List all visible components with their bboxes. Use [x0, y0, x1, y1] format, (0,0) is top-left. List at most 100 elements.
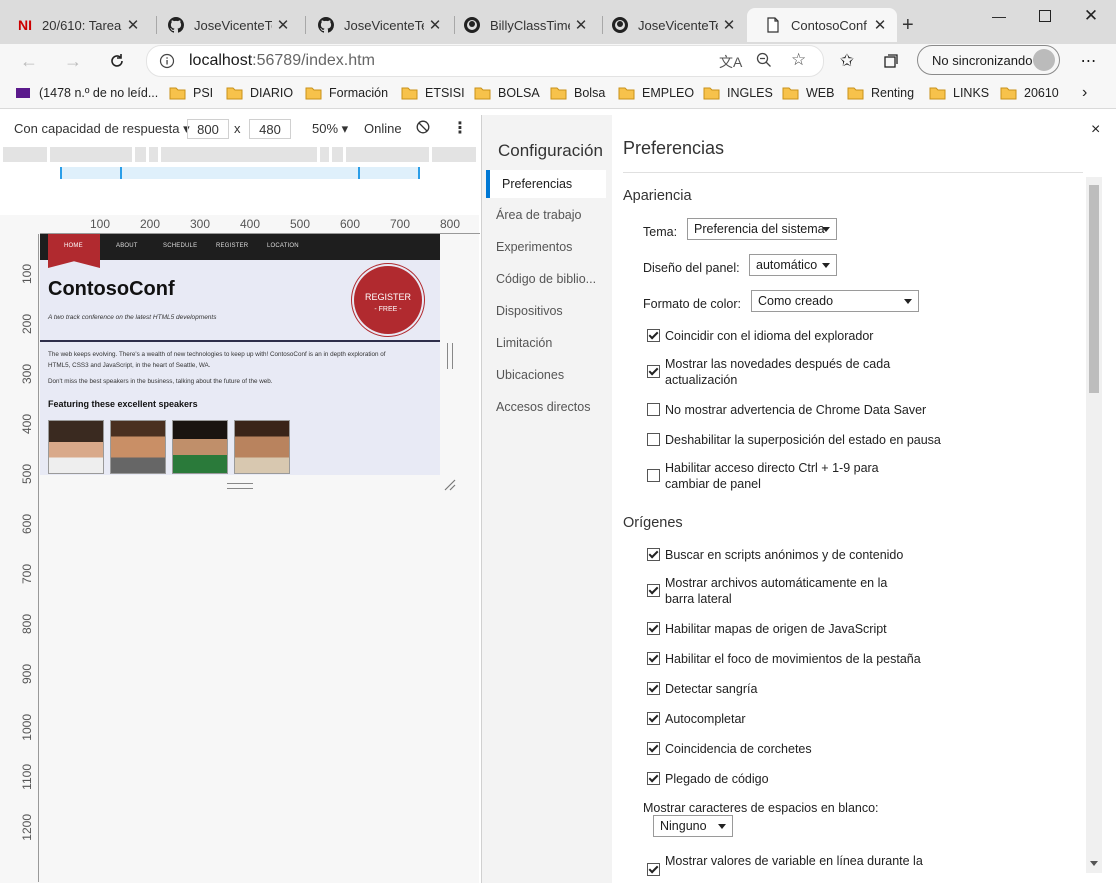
close-icon[interactable]: × [1091, 121, 1100, 139]
option-label: Mostrar las novedades después de cada ac… [665, 357, 891, 387]
divider [623, 172, 1083, 173]
option-label: Habilitar mapas de origen de JavaScript [665, 622, 887, 636]
bookmark-folder[interactable]: DIARIO [226, 84, 293, 102]
bookmark-folder[interactable]: INGLES [703, 84, 773, 102]
resize-handle-bottom[interactable] [227, 483, 253, 489]
width-input[interactable]: 800 [187, 119, 229, 139]
tab-title: 20/610: Tarea 8 [42, 17, 122, 33]
checkbox-auto-reveal[interactable] [647, 584, 660, 597]
favorites-icon[interactable]: ✩ [834, 48, 860, 74]
checkbox-js-sourcemaps[interactable] [647, 622, 660, 635]
zoom-icon[interactable] [755, 51, 773, 69]
checkbox-detect-indent[interactable] [647, 682, 660, 695]
nav-location[interactable]: LOCATION [267, 243, 299, 249]
whitespace-select[interactable]: Ninguno [653, 815, 733, 837]
maximize-icon[interactable] [1022, 0, 1068, 32]
page-viewport: Con capacidad de respuesta ▾ 800 x 480 5… [0, 109, 1116, 883]
checkbox-bracket-matching[interactable] [647, 742, 660, 755]
tab-strip: NI 20/610: Tarea 8 ✕ JoseVicenteTeje ✕ J… [0, 0, 1116, 44]
nav-workspace[interactable]: Área de trabajo [496, 208, 581, 222]
address-bar[interactable]: localhost:56789/index.htm 文A ☆ [146, 45, 824, 77]
checkbox-data-saver[interactable] [647, 403, 660, 416]
nav-library-code[interactable]: Código de biblio... [496, 272, 596, 286]
bookmark-folder[interactable]: WEB [782, 84, 834, 102]
nav-throttling[interactable]: Limitación [496, 336, 552, 350]
speaker-photo [234, 420, 290, 474]
resize-corner-icon[interactable] [444, 479, 456, 491]
breakpoint-bar[interactable] [60, 167, 420, 179]
bookmark-folder[interactable]: Bolsa [550, 84, 605, 102]
option-label: Coincidir con el idioma del explorador [665, 329, 874, 343]
checkbox-match-language[interactable] [647, 329, 660, 342]
theme-select[interactable]: Preferencia del sistema [687, 218, 837, 240]
tab-2[interactable]: JoseVicenteTeje ✕ [150, 8, 300, 42]
nav-schedule[interactable]: SCHEDULE [163, 243, 197, 249]
minimize-icon[interactable]: — [976, 0, 1022, 32]
chevron-right-icon[interactable]: › [1082, 84, 1087, 102]
bookmark-folder[interactable]: Renting [847, 84, 914, 102]
favorite-star-icon[interactable]: ☆ [791, 50, 806, 70]
resize-handle-right[interactable] [447, 343, 453, 369]
media-query-bar[interactable] [3, 147, 476, 162]
checkbox-tab-focus[interactable] [647, 652, 660, 665]
checkbox-ctrl-shortcut[interactable] [647, 469, 660, 482]
bookmark-folder[interactable]: BOLSA [474, 84, 540, 102]
nav-devices[interactable]: Dispositivos [496, 304, 563, 318]
tab-3[interactable]: JoseVicenteTeje ✕ [300, 8, 452, 42]
nav-about[interactable]: ABOUT [116, 243, 138, 249]
bookmark-item[interactable]: (1478 n.º de no leíd... [16, 84, 158, 102]
panel-layout-select[interactable]: automático [749, 254, 837, 276]
close-tab-icon[interactable]: ✕ [570, 16, 592, 34]
info-icon[interactable] [159, 53, 175, 69]
sync-button[interactable]: No sincronizando [917, 45, 1060, 75]
nav-home[interactable]: HOME [64, 243, 83, 249]
more-options-icon[interactable]: ⋮ [452, 118, 468, 138]
reload-icon[interactable] [104, 48, 130, 74]
zoom-select[interactable]: 50% ▾ [312, 121, 348, 137]
scrollbar-thumb[interactable] [1089, 185, 1099, 393]
tab-4[interactable]: BillyClassTime/ ✕ [446, 8, 598, 42]
more-icon[interactable]: ⋯ [1076, 48, 1102, 74]
close-window-icon[interactable]: ✕ [1068, 0, 1114, 32]
bookmark-folder[interactable]: EMPLEO [618, 84, 694, 102]
nav-shortcuts[interactable]: Accesos directos [496, 400, 590, 414]
nav-experiments[interactable]: Experimentos [496, 240, 572, 254]
nav-locations[interactable]: Ubicaciones [496, 368, 564, 382]
new-tab-icon[interactable]: + [902, 14, 914, 37]
color-format-select[interactable]: Como creado [751, 290, 919, 312]
back-icon[interactable]: ← [16, 48, 42, 74]
bookmark-folder[interactable]: 20610 [1000, 84, 1059, 102]
checkbox-whats-new[interactable] [647, 365, 660, 378]
bookmark-folder[interactable]: PSI [169, 84, 213, 102]
tab-5[interactable]: JoseVicenteTeje ✕ [594, 8, 746, 42]
bookmark-folder[interactable]: Formación [305, 84, 388, 102]
height-input[interactable]: 480 [249, 119, 291, 139]
nav-register[interactable]: REGISTER [216, 243, 248, 249]
close-tab-icon[interactable]: ✕ [122, 16, 144, 34]
nav-preferences[interactable]: Preferencias [486, 170, 606, 198]
translate-icon[interactable]: 文A [719, 52, 742, 72]
close-tab-icon[interactable]: ✕ [272, 16, 294, 34]
forward-icon[interactable]: → [60, 48, 86, 74]
bookmark-folder[interactable]: ETSISI [401, 84, 465, 102]
collections-icon[interactable] [878, 48, 904, 74]
device-select[interactable]: Con capacidad de respuesta ▾ [14, 121, 190, 137]
bookmark-folder[interactable]: LINKS [929, 84, 989, 102]
checkbox-code-folding[interactable] [647, 772, 660, 785]
scrollbar-track[interactable] [1086, 177, 1102, 873]
close-tab-icon[interactable]: ✕ [718, 16, 740, 34]
scroll-down-icon[interactable] [1090, 861, 1098, 866]
close-tab-icon[interactable]: ✕ [424, 16, 446, 34]
checkbox-autocomplete[interactable] [647, 712, 660, 725]
checkbox-paused-overlay[interactable] [647, 433, 660, 446]
speaker-photo [172, 420, 228, 474]
close-tab-icon[interactable]: ✕ [869, 16, 891, 34]
checkbox-inline-values[interactable] [647, 863, 660, 876]
tab-1[interactable]: NI 20/610: Tarea 8 ✕ [0, 8, 150, 42]
checkbox-search-anonymous[interactable] [647, 548, 660, 561]
bookmarks-bar: (1478 n.º de no leíd... PSI DIARIO Forma… [0, 78, 1116, 109]
register-badge[interactable]: REGISTER - FREE - [354, 266, 422, 334]
rotate-icon[interactable] [416, 120, 430, 134]
tab-6-active[interactable]: ContosoConf ✕ [747, 8, 897, 42]
throttle-select[interactable]: Online [364, 121, 402, 136]
